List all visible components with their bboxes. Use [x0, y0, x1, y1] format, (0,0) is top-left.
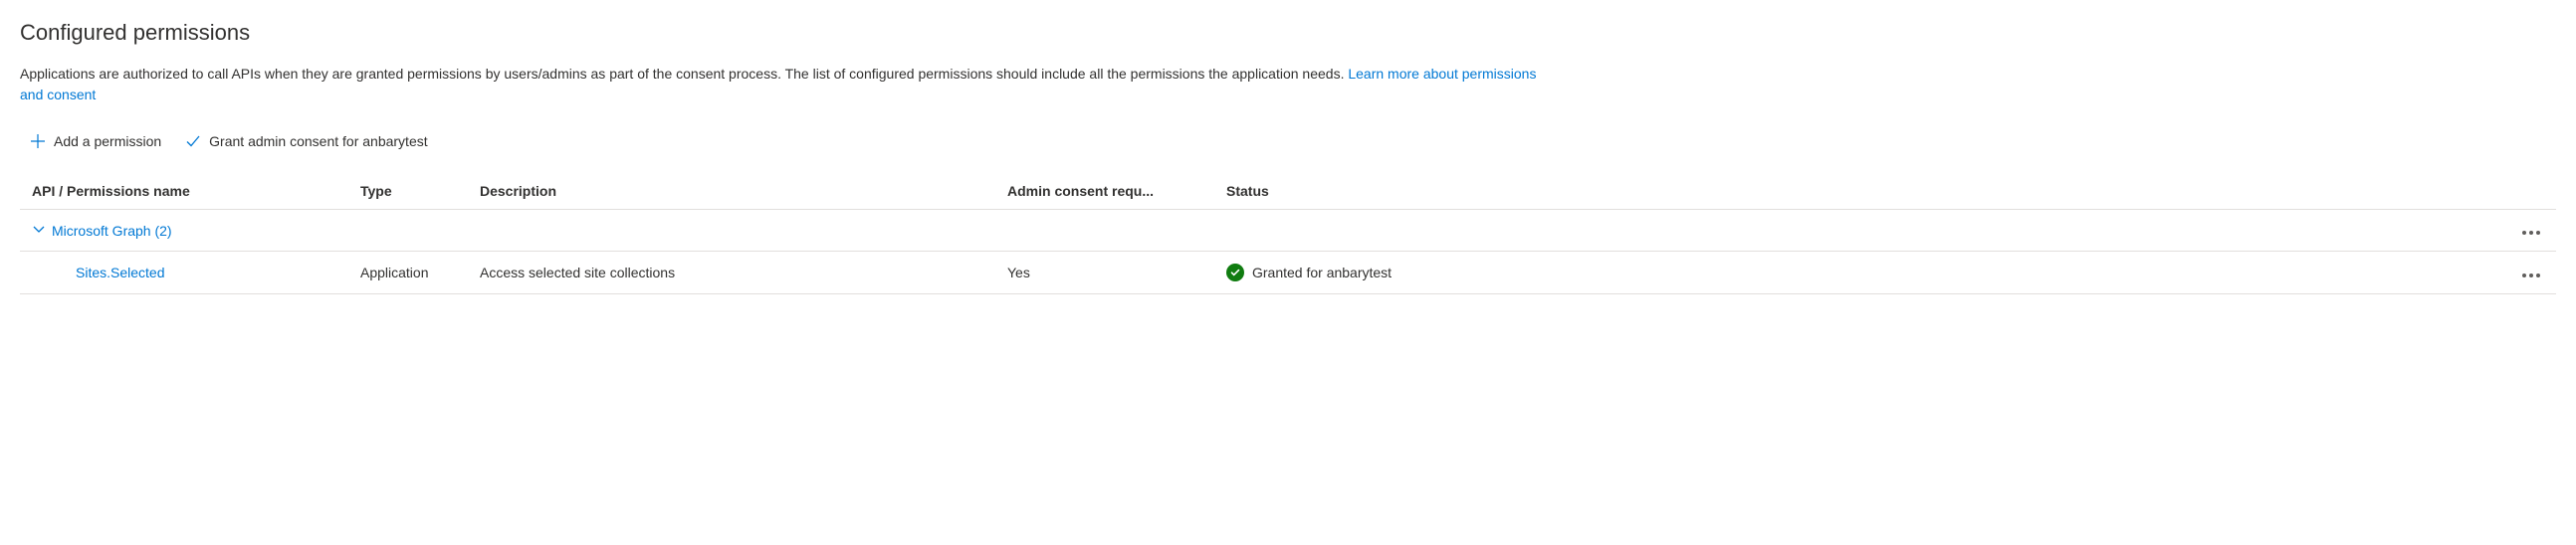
- table-header-row: API / Permissions name Type Description …: [20, 173, 2556, 210]
- permission-more-button[interactable]: [2518, 270, 2544, 281]
- section-title: Configured permissions: [20, 20, 2556, 46]
- grant-consent-button[interactable]: Grant admin consent for anbarytest: [185, 129, 427, 153]
- api-group-row: Microsoft Graph (2): [20, 210, 2556, 252]
- check-icon: [185, 133, 201, 149]
- plus-icon: [30, 133, 46, 149]
- permission-row: Sites.Selected Application Access select…: [20, 252, 2556, 294]
- column-header-api[interactable]: API / Permissions name: [20, 173, 348, 210]
- permission-admin-consent: Yes: [995, 252, 1214, 294]
- toolbar: Add a permission Grant admin consent for…: [20, 129, 2556, 153]
- column-header-admin-consent[interactable]: Admin consent requ...: [995, 173, 1214, 210]
- group-more-button[interactable]: [2518, 227, 2544, 239]
- section-description: Applications are authorized to call APIs…: [20, 64, 1553, 105]
- column-header-status[interactable]: Status: [1214, 173, 2496, 210]
- permission-description: Access selected site collections: [468, 252, 995, 294]
- chevron-down-icon: [32, 222, 46, 239]
- permission-status: Granted for anbarytest: [1226, 264, 2484, 281]
- add-permission-label: Add a permission: [54, 133, 161, 149]
- success-icon: [1226, 264, 1244, 281]
- permission-type: Application: [348, 252, 468, 294]
- permission-status-text: Granted for anbarytest: [1252, 265, 1392, 280]
- description-text: Applications are authorized to call APIs…: [20, 66, 1348, 82]
- permissions-table: API / Permissions name Type Description …: [20, 173, 2556, 294]
- add-permission-button[interactable]: Add a permission: [30, 129, 161, 153]
- api-group-label: Microsoft Graph (2): [52, 223, 172, 239]
- column-header-description[interactable]: Description: [468, 173, 995, 210]
- permission-name-link[interactable]: Sites.Selected: [32, 265, 165, 280]
- column-header-actions: [2496, 173, 2556, 210]
- api-group-toggle[interactable]: Microsoft Graph (2): [32, 222, 172, 239]
- grant-consent-label: Grant admin consent for anbarytest: [209, 133, 427, 149]
- column-header-type[interactable]: Type: [348, 173, 468, 210]
